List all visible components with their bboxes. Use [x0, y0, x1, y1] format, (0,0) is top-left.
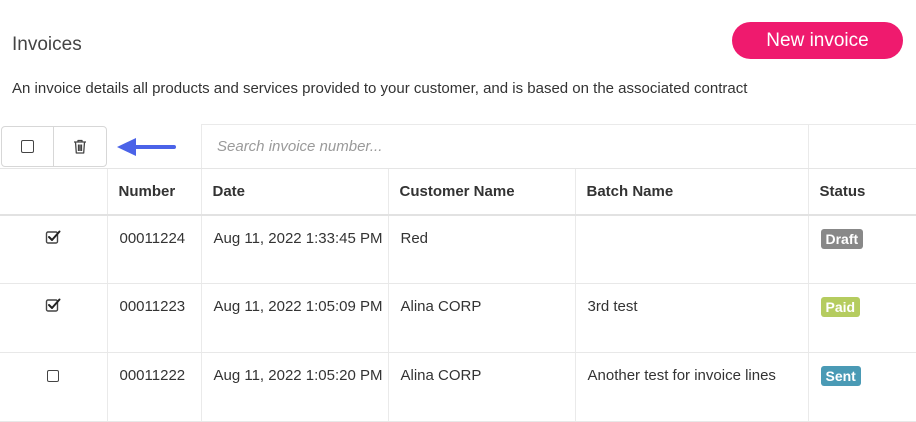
invoice-number-link[interactable]: 00011222 — [106, 352, 201, 422]
table-row[interactable]: 00011222 Aug 11, 2022 1:05:20 PM Alina C… — [0, 352, 916, 422]
invoice-number-link[interactable]: 00011224 — [106, 214, 201, 284]
row-checkbox[interactable] — [45, 297, 61, 313]
row-select-cell — [0, 352, 107, 422]
invoice-date: Aug 11, 2022 1:05:09 PM — [200, 283, 388, 353]
page-title: Invoices — [12, 34, 82, 55]
batch-name-link[interactable] — [574, 214, 808, 284]
trash-icon — [74, 139, 86, 154]
table-toolbar — [0, 124, 916, 168]
search-field-container — [201, 124, 808, 168]
column-header-batch[interactable]: Batch Name — [574, 168, 808, 216]
arrow-left-icon — [117, 138, 176, 156]
checkbox-checked-icon — [46, 298, 61, 312]
table-header-row: Number Date Customer Name Batch Name Sta… — [0, 168, 916, 216]
checkbox-empty-icon — [21, 140, 34, 153]
status-cell: Draft — [807, 214, 916, 284]
row-select-cell — [0, 214, 107, 284]
column-header-customer[interactable]: Customer Name — [387, 168, 575, 216]
invoice-date: Aug 11, 2022 1:33:45 PM — [200, 214, 388, 284]
customer-name: Red — [387, 214, 575, 284]
row-checkbox[interactable] — [45, 368, 61, 384]
customer-name: Alina CORP — [387, 352, 575, 422]
batch-name-link[interactable]: Another test for invoice lines — [574, 352, 808, 422]
page-description: An invoice details all products and serv… — [12, 80, 748, 97]
column-header-number[interactable]: Number — [106, 168, 201, 216]
invoice-number-link[interactable]: 00011223 — [106, 283, 201, 353]
status-badge: Sent — [820, 366, 861, 386]
invoices-table: Number Date Customer Name Batch Name Sta… — [0, 168, 916, 422]
table-row[interactable]: 00011224 Aug 11, 2022 1:33:45 PM Red Dra… — [0, 214, 916, 284]
status-badge: Draft — [820, 228, 864, 249]
checkbox-checked-icon — [46, 230, 61, 244]
delete-button[interactable] — [53, 126, 107, 167]
new-invoice-button[interactable]: New invoice — [732, 22, 903, 59]
column-header-select — [0, 168, 107, 216]
status-cell: Paid — [807, 283, 916, 353]
table-row[interactable]: 00011223 Aug 11, 2022 1:05:09 PM Alina C… — [0, 283, 916, 353]
toolbar-spacer — [808, 124, 916, 168]
column-header-date[interactable]: Date — [200, 168, 388, 216]
status-cell: Sent — [807, 352, 916, 422]
column-header-status[interactable]: Status — [807, 168, 916, 216]
checkbox-empty-icon — [47, 370, 60, 382]
search-input[interactable] — [202, 125, 808, 168]
row-checkbox[interactable] — [45, 229, 61, 245]
row-select-cell — [0, 283, 107, 353]
status-badge: Paid — [820, 297, 861, 317]
customer-name: Alina CORP — [387, 283, 575, 353]
select-all-button[interactable] — [1, 126, 54, 167]
batch-name-link[interactable]: 3rd test — [574, 283, 808, 353]
invoice-date: Aug 11, 2022 1:05:20 PM — [200, 352, 388, 422]
